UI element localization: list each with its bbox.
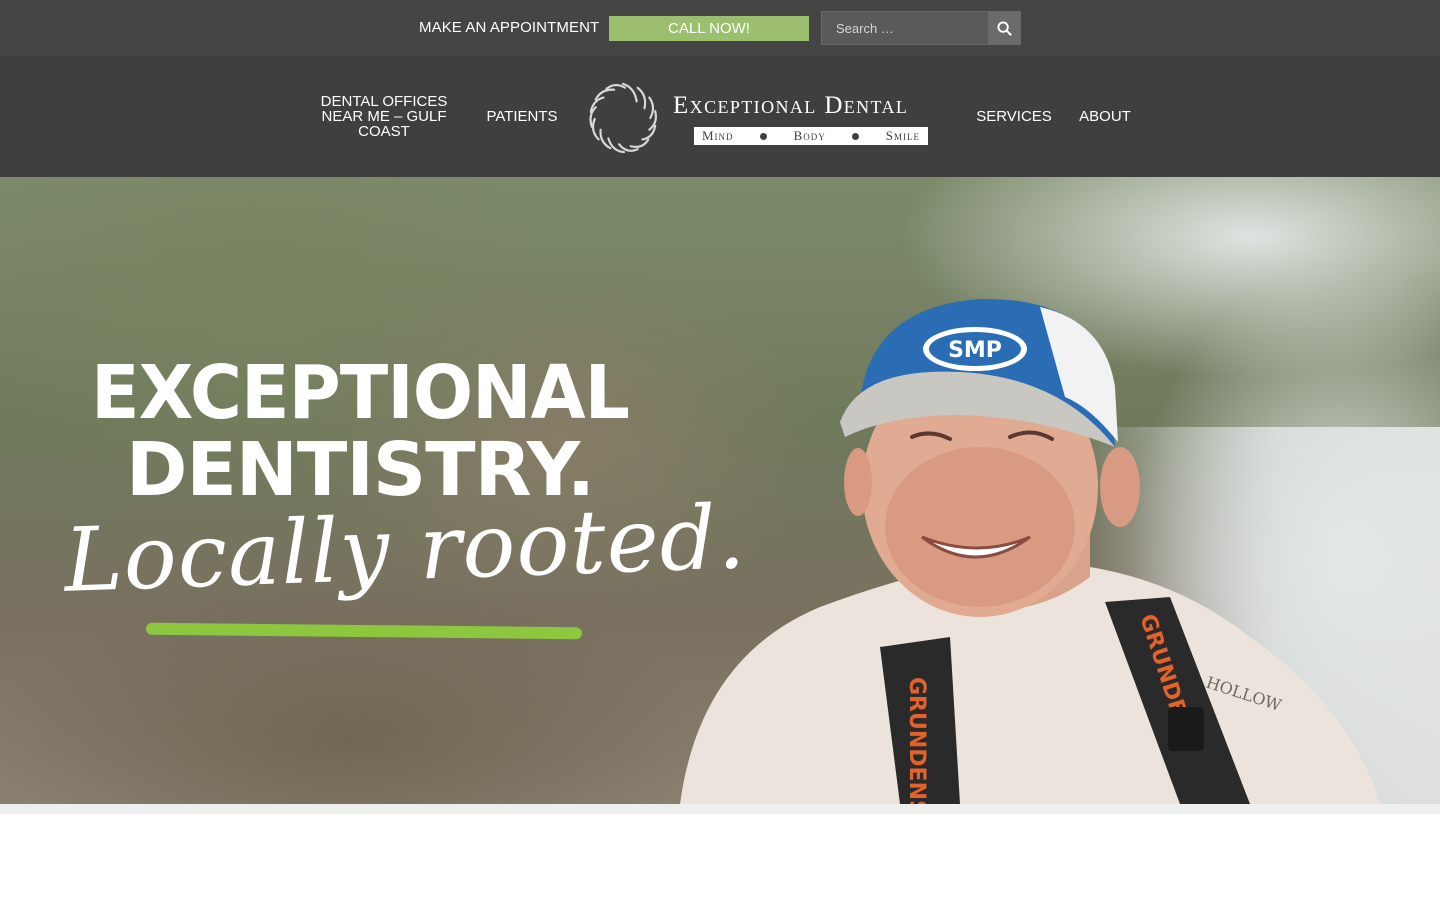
nav-about[interactable]: ABOUT (1072, 109, 1138, 124)
call-now-button[interactable]: CALL NOW! (609, 16, 809, 41)
nav-dental-offices-line1: DENTAL OFFICES (320, 93, 448, 110)
logo-tagline-smile: Smile (885, 128, 920, 143)
logo-wordmark: Exceptional Dental (673, 92, 909, 119)
search-icon (997, 20, 1012, 36)
nav-services[interactable]: SERVICES (972, 109, 1056, 124)
tagline-dot (760, 132, 768, 140)
nav-dental-offices[interactable]: DENTAL OFFICES NEAR ME – GULF COAST (314, 94, 454, 139)
logo-tagline: Mind Body Smile (694, 127, 928, 145)
nav-dental-offices-line2: NEAR ME – GULF (321, 108, 447, 125)
tagline-underline (145, 622, 583, 640)
hero-headline-line1: EXCEPTIONAL (91, 350, 630, 436)
site-logo[interactable]: Exceptional Dental Mind Body Smile (584, 76, 954, 158)
suspender-left-text: GRUNDENS (904, 677, 929, 804)
nav-patients[interactable]: PATIENTS (478, 109, 566, 124)
nav-dental-offices-line3: COAST (358, 123, 410, 140)
tagline-dot (852, 132, 860, 140)
search-button[interactable] (988, 11, 1021, 45)
make-appointment-link[interactable]: MAKE AN APPOINTMENT (419, 19, 599, 36)
search-input[interactable] (821, 11, 988, 45)
logo-tagline-body: Body (793, 128, 826, 143)
main-navigation: DENTAL OFFICES NEAR ME – GULF COAST PATI… (0, 56, 1440, 177)
search-form (821, 11, 1021, 45)
hero-bottom-divider (0, 804, 1440, 814)
hero-smiling-man-photo: SMP GRUNDENS GRUNDENS HOLLOW (680, 298, 1380, 804)
sunburst-logo-icon (589, 82, 657, 154)
logo-tagline-mind: Mind (702, 128, 734, 143)
hero-banner: SMP GRUNDENS GRUNDENS HOLLOW EXCEPTIONAL… (0, 177, 1440, 804)
cap-logo-text: SMP (948, 338, 1002, 363)
top-utility-bar: MAKE AN APPOINTMENT CALL NOW! (0, 0, 1440, 56)
hero-headline: EXCEPTIONAL DENTISTRY. (72, 355, 672, 509)
